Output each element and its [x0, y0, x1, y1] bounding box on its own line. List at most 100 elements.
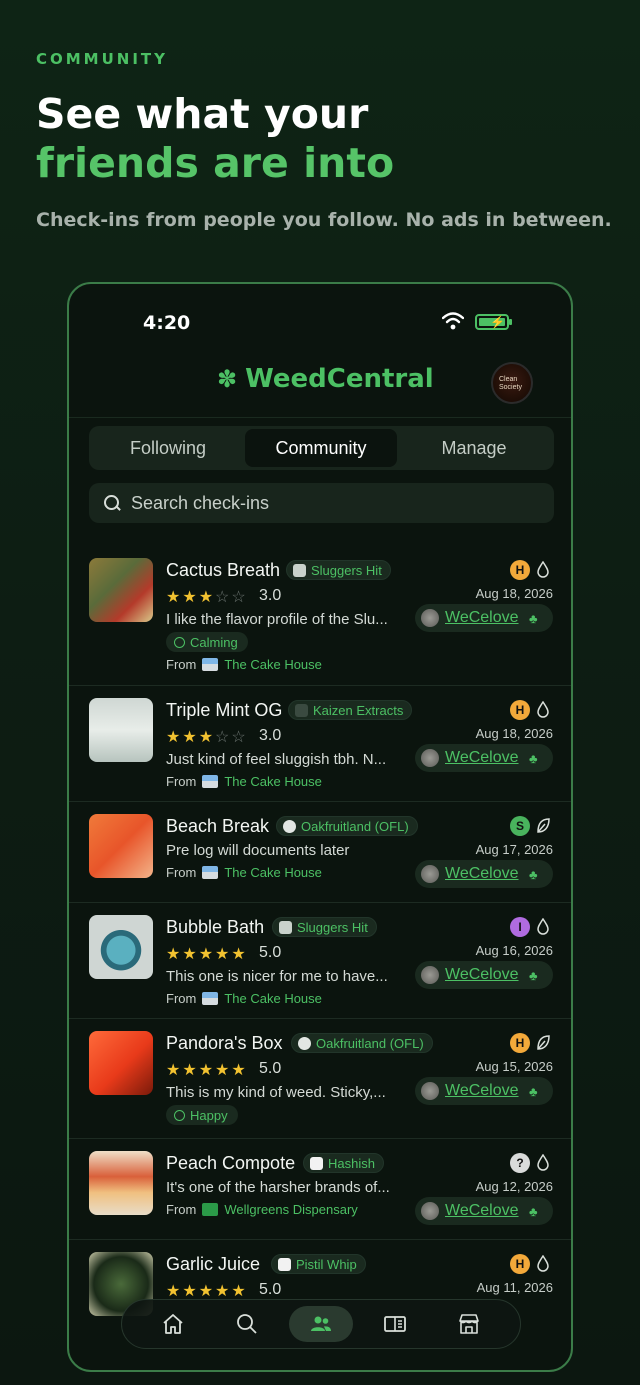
checkin-date: Aug 11, 2026: [476, 1280, 553, 1295]
feed-tabs: Following Community Manage: [89, 426, 554, 470]
brand-pill[interactable]: Sluggers Hit: [286, 560, 391, 580]
rating-value: 5.0: [259, 1281, 282, 1298]
promo-headline: See what your friends are into: [36, 90, 394, 188]
user-avatar: [421, 609, 439, 627]
drop-icon: [537, 1255, 549, 1272]
leaf-icon: [537, 818, 550, 833]
nav-journal[interactable]: [363, 1306, 427, 1342]
app-logo[interactable]: ✽ WeedCentral: [217, 364, 434, 394]
effect-tag: Happy: [166, 1105, 238, 1125]
search-icon: [237, 1314, 257, 1334]
store-icon: [202, 866, 219, 879]
from-label: From: [166, 657, 197, 672]
star-rating: ★★★★★: [166, 946, 248, 963]
tab-following[interactable]: Following: [92, 429, 244, 467]
effect-tag-label: Happy: [190, 1107, 228, 1123]
checkin-row[interactable]: Bubble Bath Sluggers Hit ★★★★★ 5.0 This …: [69, 903, 571, 1019]
brand-name: Pistil Whip: [296, 1256, 357, 1272]
app-bar: ✽ WeedCentral Clean Society: [69, 344, 571, 418]
brand-name: Hashish: [328, 1155, 375, 1171]
store-link[interactable]: The Cake House: [224, 991, 322, 1006]
store-link[interactable]: The Cake House: [224, 774, 322, 789]
store-link[interactable]: The Cake House: [224, 657, 322, 672]
effect-tag-label: Calming: [190, 634, 238, 650]
review-text: It's one of the harsher brands of...: [166, 1179, 390, 1196]
checkin-row[interactable]: Cactus Breath Sluggers Hit ★★★☆☆ 3.0 I l…: [69, 546, 571, 686]
drop-icon: [537, 918, 549, 935]
purchase-source: From The Cake House: [166, 774, 322, 789]
nav-search[interactable]: [215, 1306, 279, 1342]
strain-type-badge: H: [510, 560, 530, 580]
brand-pill[interactable]: Hashish: [303, 1153, 384, 1173]
brand-logo-icon: [283, 819, 296, 833]
checkin-row[interactable]: Pandora's Box Oakfruitland (OFL) ★★★★★ 5…: [69, 1019, 571, 1139]
product-name: Cactus Breath: [166, 560, 281, 580]
brand-logo-icon: [293, 563, 306, 577]
checkin-row[interactable]: Peach Compote Hashish It's one of the ha…: [69, 1139, 571, 1240]
user-chip[interactable]: WeCelove ♣: [415, 1197, 553, 1225]
brand-logo-icon: [295, 703, 308, 717]
product-name: Peach Compote: [166, 1153, 296, 1173]
wifi-icon: [442, 312, 464, 330]
user-avatar: [421, 966, 439, 984]
brand-pill[interactable]: Kaizen Extracts: [288, 700, 413, 720]
user-name: WeCelove: [445, 966, 519, 983]
tab-community[interactable]: Community: [245, 429, 397, 467]
nav-stores[interactable]: [437, 1306, 501, 1342]
leaf-icon: ✽: [217, 365, 238, 393]
user-chip[interactable]: WeCelove ♣: [415, 961, 553, 989]
user-chip[interactable]: WeCelove ♣: [415, 1077, 553, 1105]
product-name: Beach Break: [166, 816, 270, 836]
nav-home[interactable]: [141, 1306, 205, 1342]
drop-icon: [537, 1154, 549, 1171]
tab-manage[interactable]: Manage: [398, 429, 550, 467]
checkin-date: Aug 17, 2026: [475, 842, 553, 857]
promo-eyebrow: COMMUNITY: [36, 50, 169, 68]
search-input[interactable]: Search check-ins: [89, 483, 554, 523]
purchase-source: From The Cake House: [166, 657, 322, 672]
rating-value: 3.0: [259, 727, 282, 744]
product-name: Pandora's Box: [166, 1033, 283, 1053]
review-text: Just kind of feel sluggish tbh. N...: [166, 751, 387, 768]
brand-pill[interactable]: Oakfruitland (OFL): [276, 816, 418, 836]
smile-tag-icon: [174, 1109, 185, 1121]
strain-type-badge: H: [510, 1254, 530, 1274]
bottom-nav: [121, 1299, 521, 1349]
checkin-date: Aug 18, 2026: [475, 586, 553, 601]
rating-value: 3.0: [259, 587, 282, 604]
review-text: This one is nicer for me to have...: [166, 968, 388, 985]
battery-icon: ⚡: [475, 314, 512, 330]
from-label: From: [166, 991, 197, 1006]
store-link[interactable]: The Cake House: [224, 865, 322, 880]
status-time: 4:20: [143, 312, 191, 334]
checkin-date: Aug 12, 2026: [475, 1179, 553, 1194]
search-placeholder: Search check-ins: [131, 492, 270, 513]
brand-pill[interactable]: Sluggers Hit: [272, 917, 377, 937]
user-badge-icon: ♣: [529, 1203, 538, 1219]
strain-type-badge: I: [510, 917, 530, 937]
rating-value: 5.0: [259, 944, 282, 961]
user-chip[interactable]: WeCelove ♣: [415, 860, 553, 888]
leaf-tag-icon: [174, 636, 185, 648]
checkin-row[interactable]: Triple Mint OG Kaizen Extracts ★★★☆☆ 3.0…: [69, 686, 571, 802]
product-thumbnail: [89, 915, 153, 979]
user-avatar: [421, 1202, 439, 1220]
user-chip[interactable]: WeCelove ♣: [415, 744, 553, 772]
from-label: From: [166, 1202, 197, 1217]
brand-logo-icon: [279, 920, 292, 934]
store-link[interactable]: Wellgreens Dispensary: [224, 1202, 357, 1217]
user-chip[interactable]: WeCelove ♣: [415, 604, 553, 632]
product-name: Triple Mint OG: [166, 700, 283, 720]
drop-icon: [537, 561, 549, 578]
brand-pill[interactable]: Pistil Whip: [271, 1254, 366, 1274]
nav-community[interactable]: [289, 1306, 353, 1342]
checkin-row[interactable]: Beach Break Oakfruitland (OFL) Pre log w…: [69, 802, 571, 903]
purchase-source: From The Cake House: [166, 865, 322, 880]
product-name: Bubble Bath: [166, 917, 265, 937]
journal-icon: [384, 1316, 406, 1332]
checkin-date: Aug 18, 2026: [475, 726, 553, 741]
brand-pill[interactable]: Oakfruitland (OFL): [291, 1033, 433, 1053]
profile-avatar[interactable]: Clean Society: [491, 362, 533, 404]
brand-name: Oakfruitland (OFL): [316, 1035, 424, 1051]
review-text: Pre log will documents later: [166, 842, 350, 859]
